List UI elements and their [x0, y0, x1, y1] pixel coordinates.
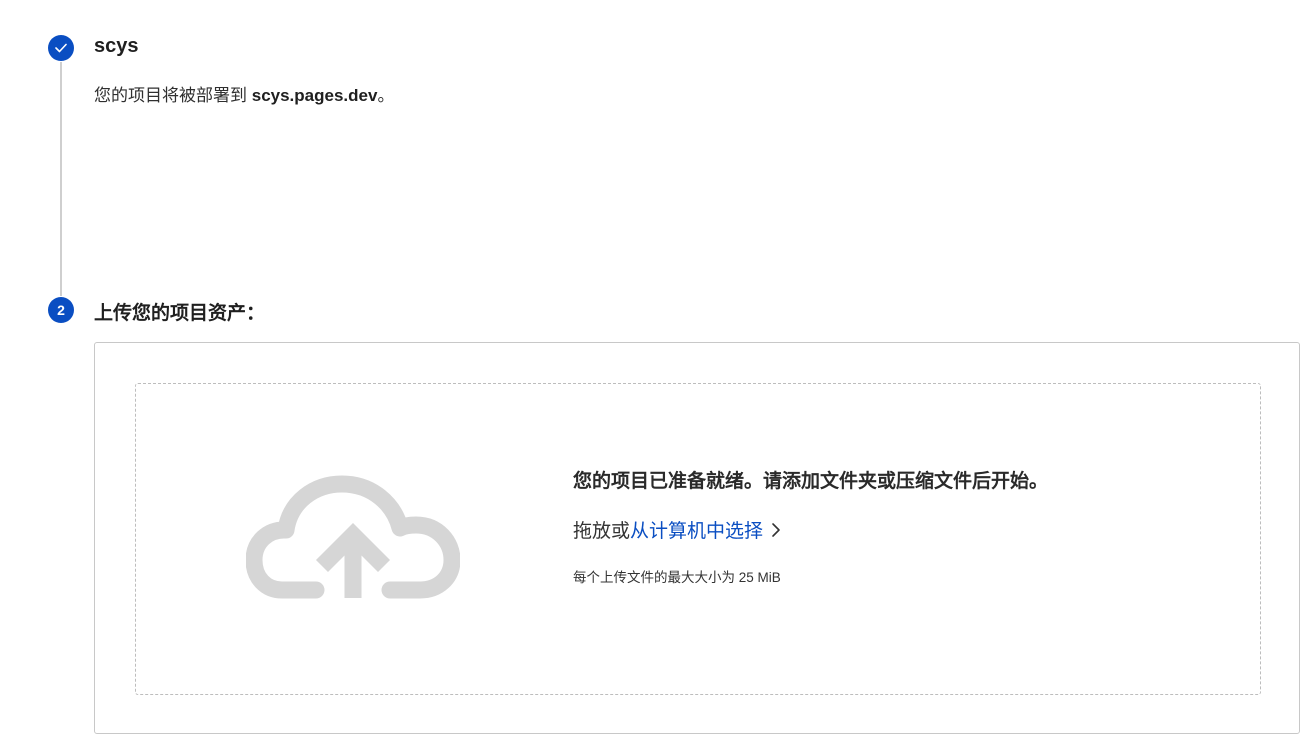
deploy-prefix: 您的项目将被部署到 — [94, 86, 252, 105]
checkmark-icon — [55, 43, 67, 53]
deploy-domain: scys.pages.dev — [251, 86, 378, 105]
dropzone-headline: 您的项目已准备就绪。请添加文件夹或压缩文件后开始。 — [573, 471, 1049, 492]
drag-drop-label: 拖放或 — [573, 521, 631, 542]
deploy-destination-text: 您的项目将被部署到 scys.pages.dev。 — [94, 81, 394, 106]
step-2-title: 上传您的项目资产： — [94, 303, 266, 324]
max-file-size-note: 每个上传文件的最大大小为 25 MiB — [573, 570, 781, 585]
select-from-computer-link[interactable]: 从计算机中选择 — [630, 516, 763, 543]
chevron-right-icon[interactable] — [771, 522, 781, 538]
deploy-suffix: 。 — [377, 86, 395, 105]
step-1-title: scys — [94, 35, 139, 57]
file-dropzone[interactable]: 您的项目已准备就绪。请添加文件夹或压缩文件后开始。 拖放或 从计算机中选择 每个上… — [135, 383, 1261, 695]
upload-panel: 您的项目已准备就绪。请添加文件夹或压缩文件后开始。 拖放或 从计算机中选择 每个上… — [94, 342, 1300, 734]
step-complete-indicator — [48, 35, 74, 61]
step-2-number-badge: 2 — [48, 297, 74, 323]
cloud-upload-icon — [246, 475, 460, 599]
dropzone-action: 拖放或 从计算机中选择 — [573, 516, 781, 543]
timeline-connector — [60, 62, 62, 296]
